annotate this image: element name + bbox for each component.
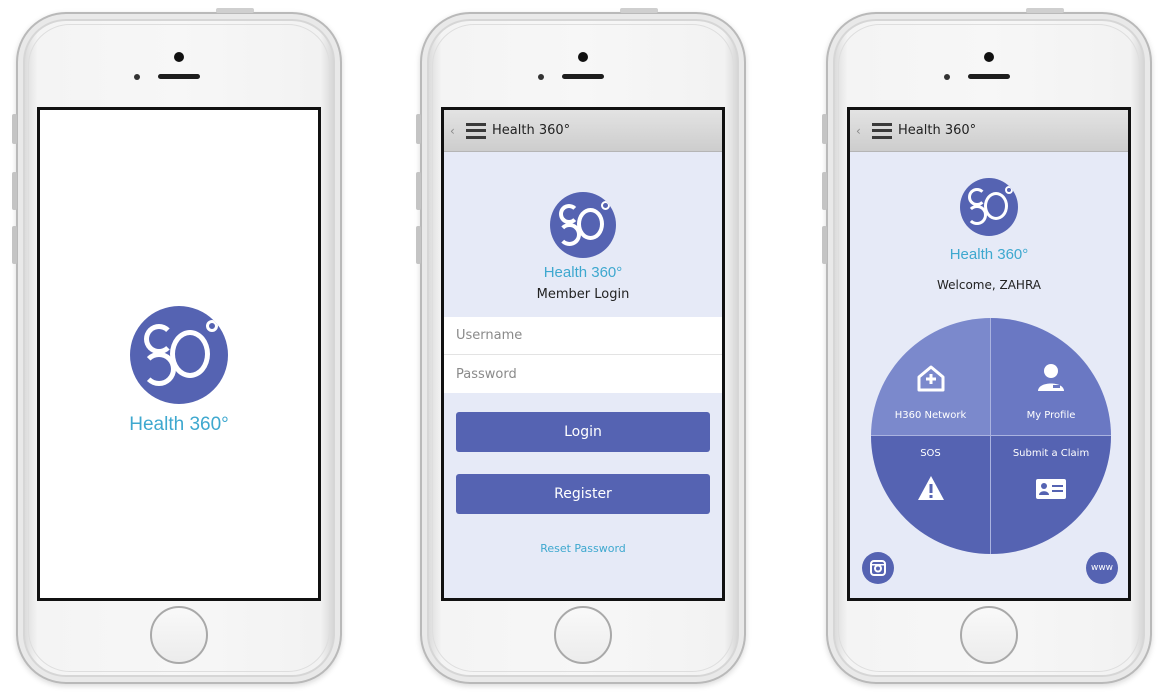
password-field-row	[444, 355, 722, 393]
earpiece-speaker	[158, 74, 200, 79]
reset-password-link[interactable]: Reset Password	[444, 542, 722, 555]
brand-logo	[550, 192, 616, 258]
power-button	[216, 8, 254, 13]
home-plus-icon	[917, 365, 944, 392]
credentials-form	[444, 317, 722, 393]
splash-screen: Health 360°	[37, 107, 321, 601]
warning-icon	[917, 476, 944, 500]
register-button[interactable]: Register	[456, 474, 710, 514]
volume-down-button	[416, 226, 421, 264]
home-button[interactable]	[554, 606, 612, 664]
login-screen: ‹ Health 360° Health 360° Member Login L…	[441, 107, 725, 601]
hamburger-menu-icon[interactable]	[466, 122, 486, 139]
app-title: Health 360°	[898, 123, 977, 138]
mute-switch	[822, 114, 827, 144]
tile-label: Submit a Claim	[1012, 448, 1090, 459]
brand-name: Health 360°	[543, 264, 623, 281]
power-button	[620, 8, 658, 13]
instagram-button[interactable]	[862, 552, 894, 584]
brand-name: Health 360°	[129, 414, 229, 435]
brand-logo	[960, 178, 1018, 236]
tile-label: SOS	[920, 448, 941, 459]
proximity-sensor	[134, 74, 140, 80]
id-card-icon	[1036, 479, 1066, 499]
volume-up-button	[12, 172, 17, 210]
front-camera	[578, 52, 588, 62]
proximity-sensor	[944, 74, 950, 80]
login-button[interactable]: Login	[456, 412, 710, 452]
tile-label: H360 Network	[894, 410, 967, 421]
brand-name: Health 360°	[949, 246, 1029, 263]
home-button[interactable]	[960, 606, 1018, 664]
front-camera	[984, 52, 994, 62]
user-icon	[1038, 364, 1064, 391]
password-input[interactable]	[456, 366, 722, 382]
power-button	[1026, 8, 1064, 13]
mute-switch	[416, 114, 421, 144]
phone-splash: Health 360°	[12, 8, 342, 684]
volume-down-button	[822, 226, 827, 264]
welcome-message: Welcome, ZAHRA	[936, 278, 1042, 292]
mute-switch	[12, 114, 17, 144]
proximity-sensor	[538, 74, 544, 80]
dashboard-screen: ‹ Health 360° Health 360° Welcome, ZAHRA…	[847, 107, 1131, 601]
app-title: Health 360°	[492, 123, 571, 138]
tile-sos[interactable]: SOS	[871, 436, 991, 554]
website-button[interactable]: www	[1086, 552, 1118, 584]
phone-login: ‹ Health 360° Health 360° Member Login L…	[416, 8, 746, 684]
earpiece-speaker	[562, 74, 604, 79]
home-button[interactable]	[150, 606, 208, 664]
back-chevron-icon[interactable]: ‹	[450, 124, 460, 138]
volume-up-button	[822, 172, 827, 210]
earpiece-speaker	[968, 74, 1010, 79]
tile-submit-claim[interactable]: Submit a Claim	[991, 436, 1111, 554]
username-field-row	[444, 317, 722, 355]
feature-dial: H360 Network My Profile SOS Submit a Cla…	[871, 318, 1111, 554]
app-bar: ‹ Health 360°	[850, 110, 1128, 152]
hamburger-menu-icon[interactable]	[872, 122, 892, 139]
tile-my-profile[interactable]: My Profile	[991, 318, 1111, 436]
username-input[interactable]	[456, 328, 722, 343]
app-bar: ‹ Health 360°	[444, 110, 722, 152]
login-subtitle: Member Login	[536, 287, 630, 302]
volume-up-button	[416, 172, 421, 210]
tile-h360-network[interactable]: H360 Network	[871, 318, 991, 436]
brand-logo	[130, 306, 228, 404]
tile-label: My Profile	[1026, 410, 1076, 421]
front-camera	[174, 52, 184, 62]
volume-down-button	[12, 226, 17, 264]
phone-dashboard: ‹ Health 360° Health 360° Welcome, ZAHRA…	[822, 8, 1152, 684]
back-chevron-icon[interactable]: ‹	[856, 124, 866, 138]
camera-icon	[870, 560, 886, 576]
